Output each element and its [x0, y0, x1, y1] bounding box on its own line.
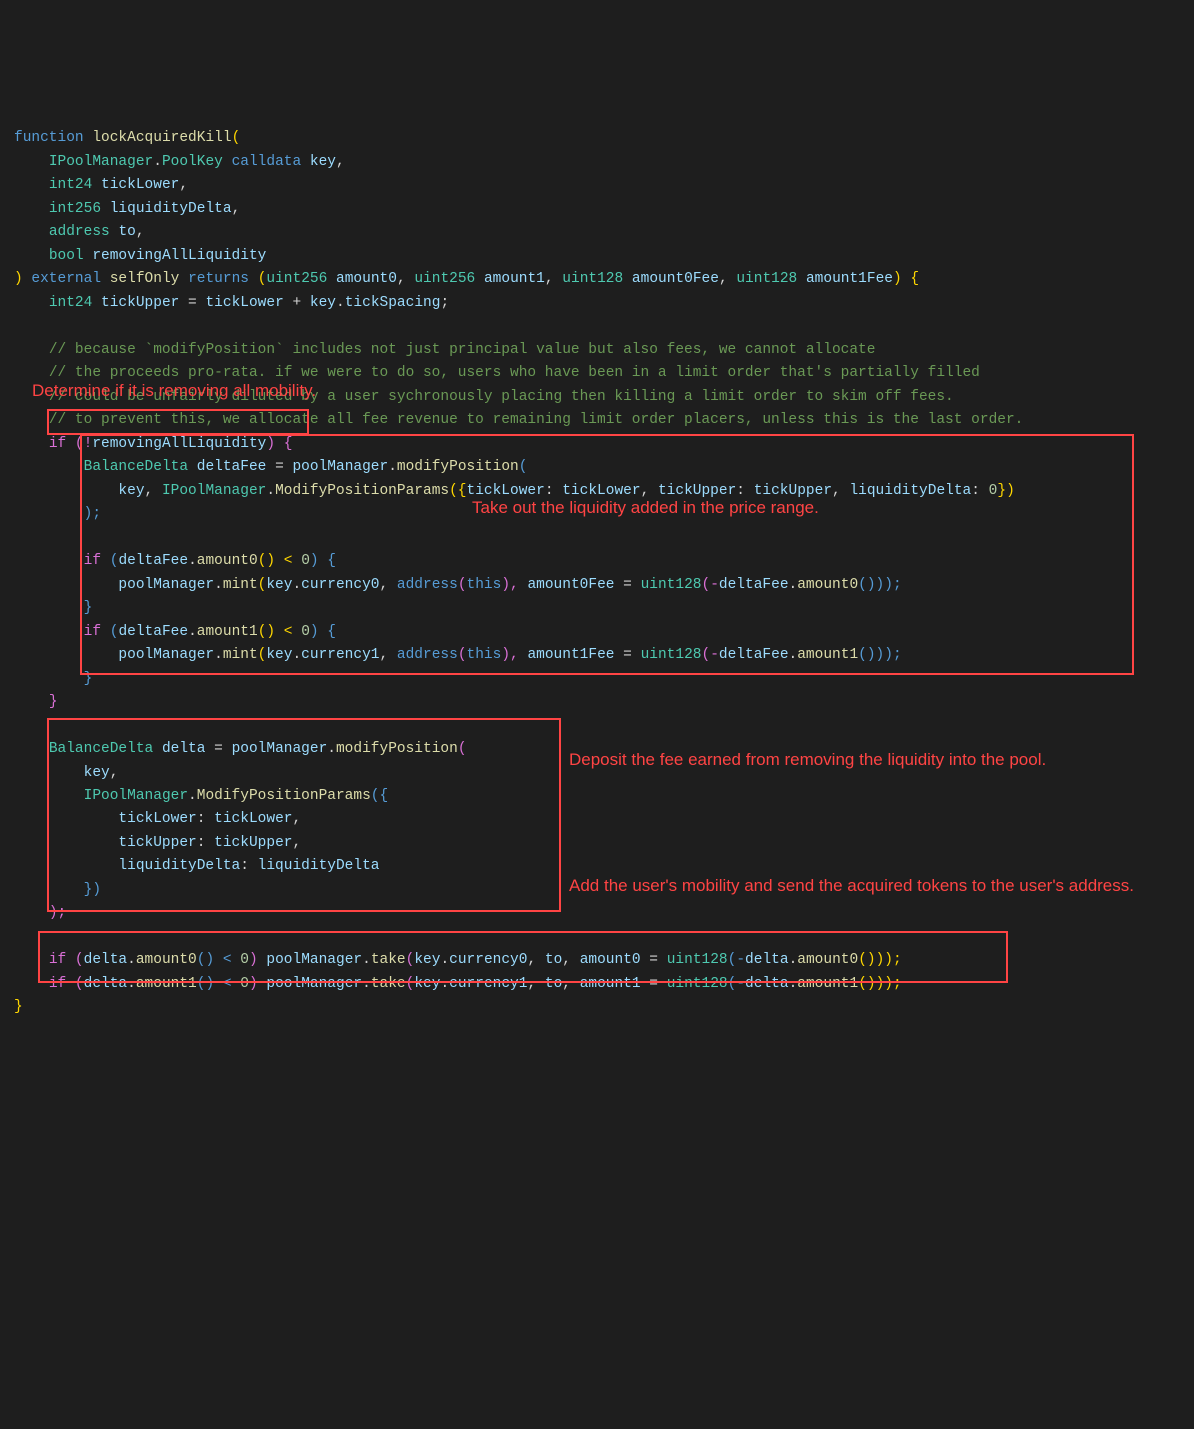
annotation-3: Deposit the fee earned from removing the… — [569, 748, 1149, 772]
annotation-4: Add the user's mobility and send the acq… — [569, 874, 1149, 898]
code-editor-view: function lockAcquiredKill( IPoolManager.… — [14, 104, 1180, 1302]
function-name: lockAcquiredKill — [92, 130, 231, 146]
keyword: function — [14, 130, 84, 146]
comment-line: // because `modifyPosition` includes not… — [49, 342, 876, 358]
type: IPoolManager — [49, 154, 153, 170]
annotation-2: Take out the liquidity added in the pric… — [472, 496, 819, 520]
